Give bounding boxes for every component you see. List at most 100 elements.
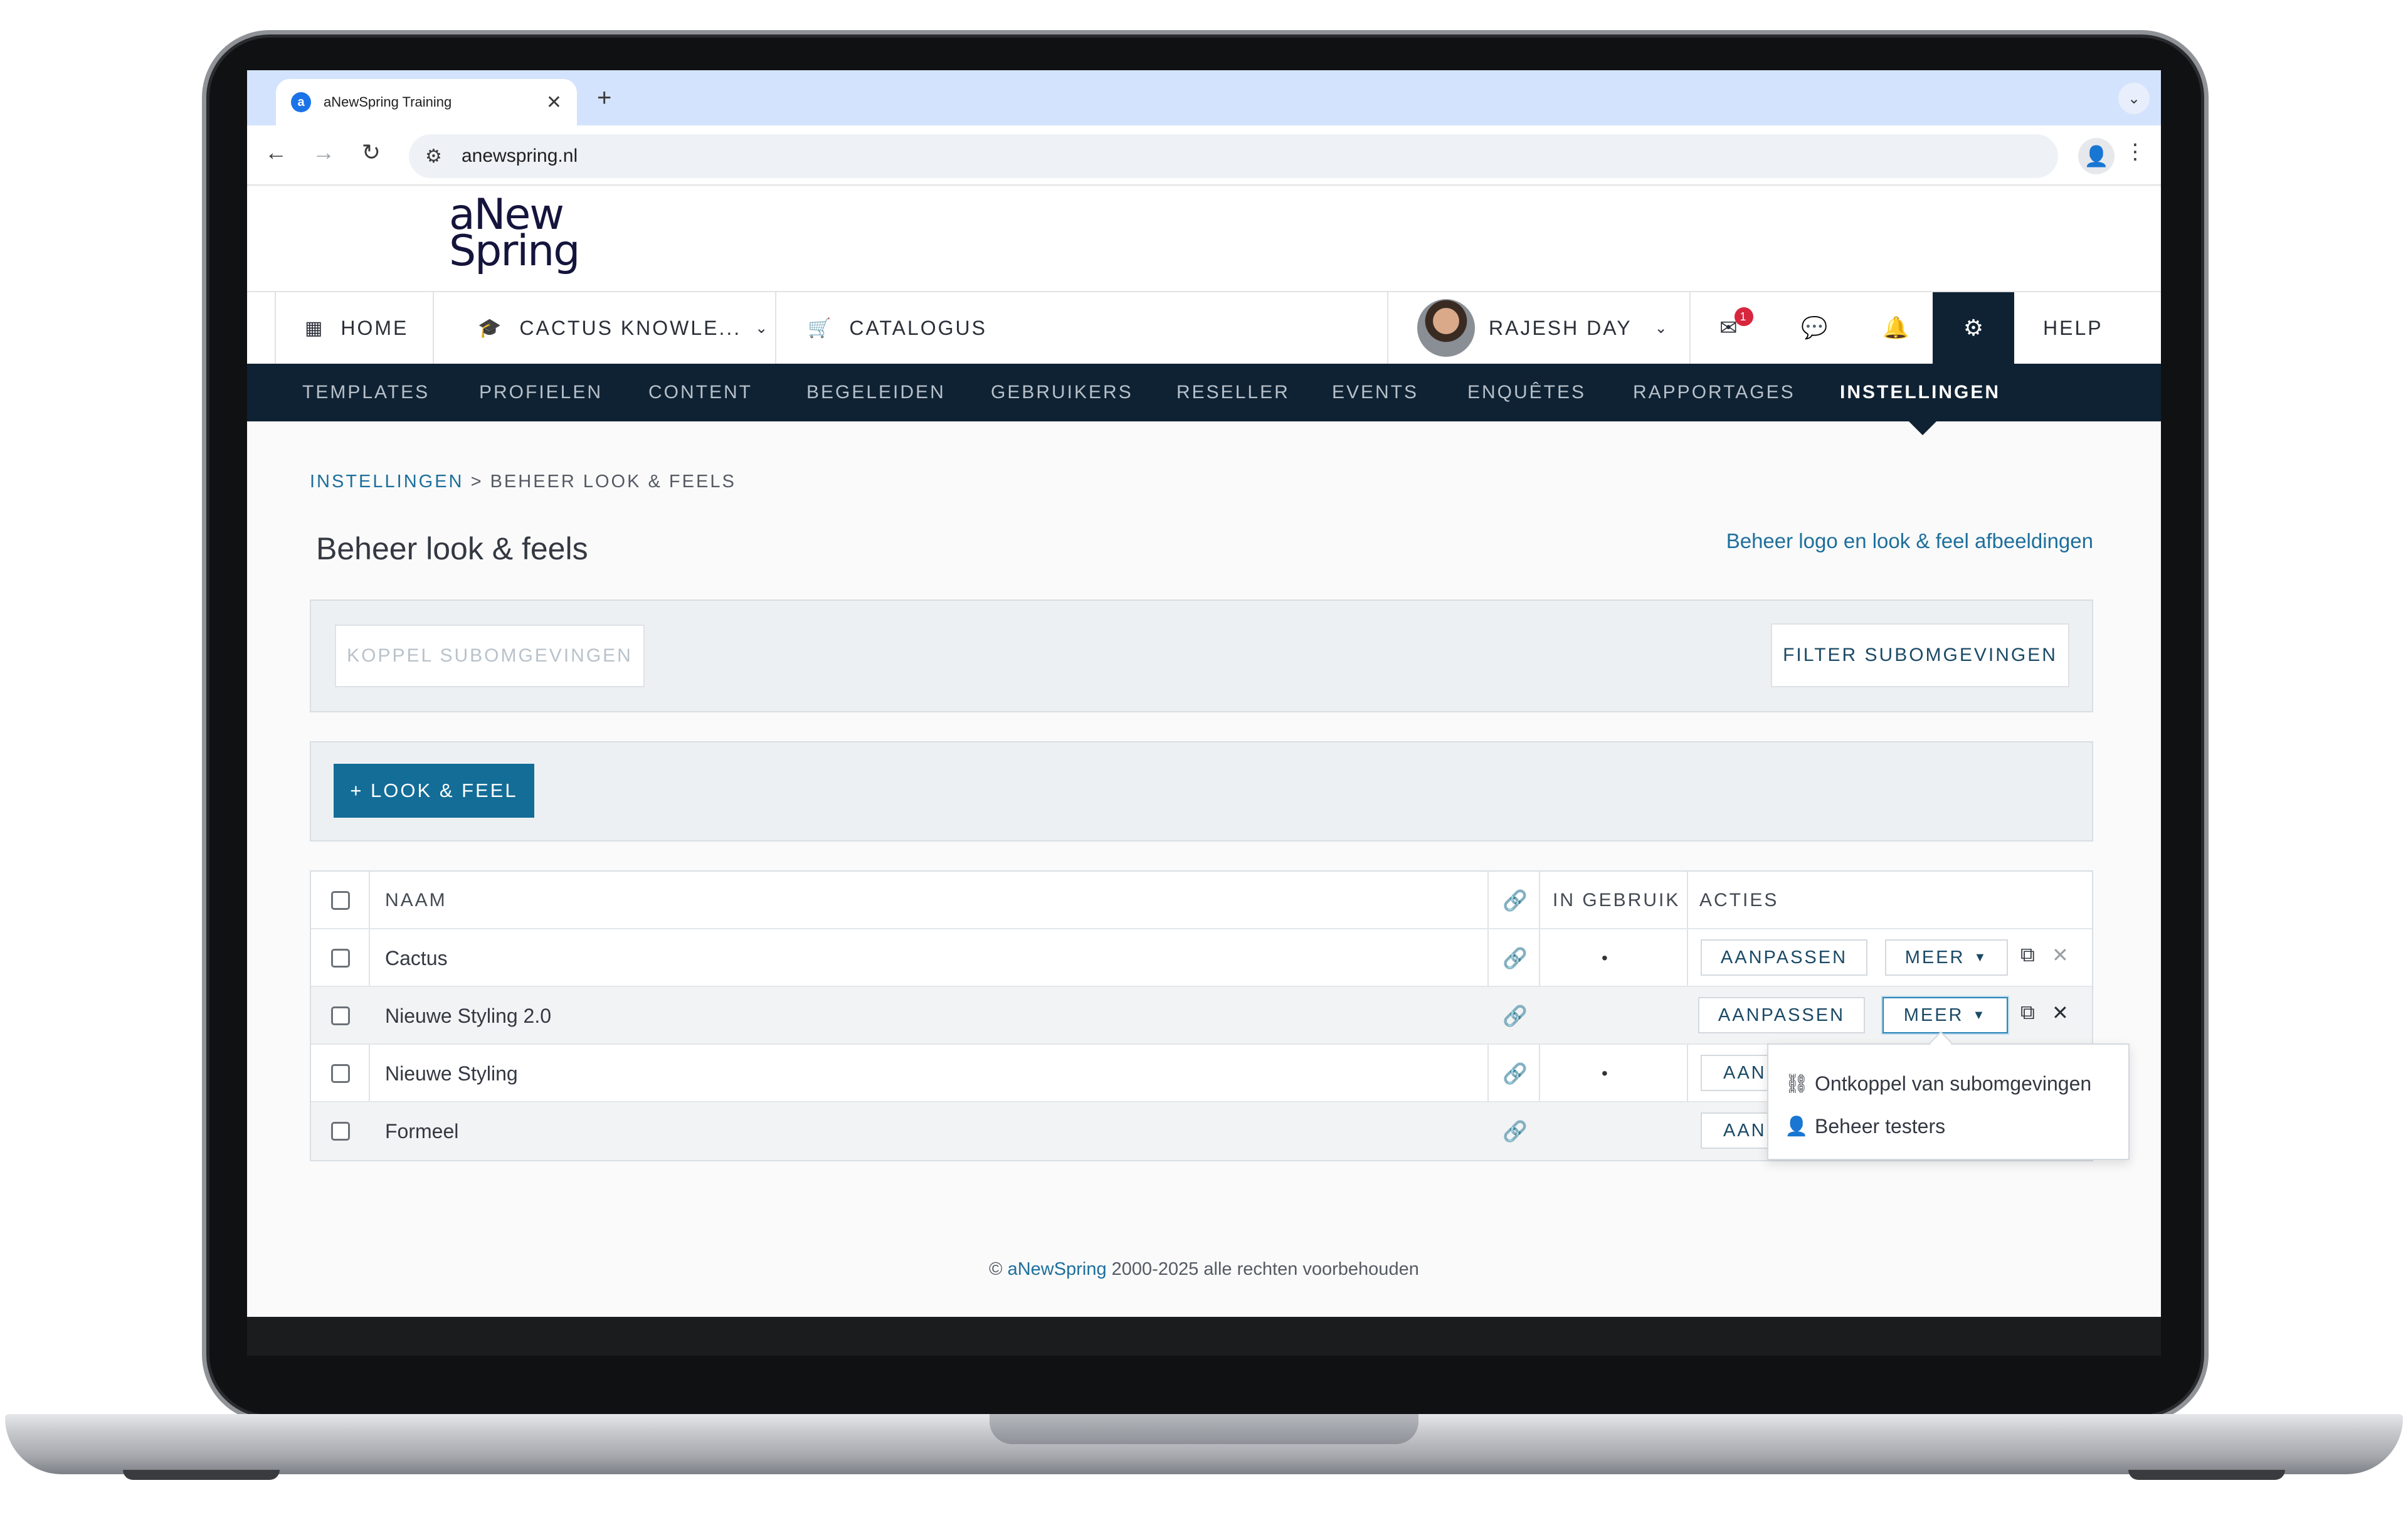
logo-line-2: Spring (449, 226, 580, 276)
bell-icon[interactable]: 🔔 (1883, 315, 1911, 340)
manage-images-link[interactable]: Beheer logo en look & feel afbeeldingen (1726, 529, 2093, 553)
breadcrumb-parent[interactable]: INSTELLINGEN (310, 472, 464, 492)
menu-item-beheer-testers[interactable]: 👤 Beheer testers (1785, 1107, 1945, 1145)
row-checkbox[interactable] (331, 1045, 350, 1102)
subnav-gebruikers[interactable]: GEBRUIKERS (991, 364, 1133, 421)
link-icon: 🔗 (1502, 889, 1528, 912)
user-icon: 👤 (1785, 1116, 1809, 1137)
breadcrumb-current: BEHEER LOOK & FEELS (490, 472, 736, 492)
more-button-open[interactable]: MEER ▼ (1883, 997, 2008, 1033)
subnav-instellingen[interactable]: INSTELLINGEN (1840, 364, 2000, 421)
menu-kebab-icon[interactable]: ⋮ (2125, 139, 2146, 164)
add-look-feel-button[interactable]: + LOOK & FEEL (334, 764, 534, 818)
nav-environment[interactable]: 🎓 CACTUS KNOWLE... ⌄ (434, 292, 776, 364)
tab-search-icon[interactable]: ⌄ (2118, 83, 2150, 114)
new-tab-icon[interactable]: + (597, 84, 611, 112)
gear-icon: ⚙ (1963, 315, 1984, 340)
nav-icons: ✉ 1 💬 🔔 (1691, 292, 1933, 364)
table-header: NAAM 🔗 IN GEBRUIK ACTIES (311, 872, 2092, 929)
row-name: Nieuwe Styling (385, 1062, 518, 1085)
breadcrumb: INSTELLINGEN > BEHEER LOOK & FEELS (310, 472, 736, 492)
reload-icon[interactable]: ↻ (355, 139, 388, 166)
subnav-enquetes[interactable]: ENQUÊTES (1467, 364, 1586, 421)
screen: a aNewSpring Training ✕ + ⌄ ← → ↻ ⚙ anew… (247, 70, 2161, 1317)
close-icon[interactable]: ✕ (546, 92, 562, 113)
active-indicator (1909, 421, 1936, 435)
menu-item-ontkoppel-label: Ontkoppel van subomgevingen (1815, 1072, 2092, 1095)
link-icon-disabled: 🔗 (1502, 1120, 1528, 1143)
nav-home[interactable]: ▦ HOME (275, 292, 434, 364)
table-row: Nieuwe Styling 2.0 🔗 AANPASSEN MEER ▼ ⧉ … (311, 987, 2092, 1045)
site-info-icon[interactable]: ⚙ (425, 145, 450, 167)
header-in-use[interactable]: IN GEBRUIK (1553, 872, 1680, 929)
browser-toolbar: ← → ↻ ⚙ anewspring.nl 👤 ⋮ (247, 125, 2161, 186)
edit-button[interactable]: AANPASSEN (1701, 939, 1867, 976)
delete-icon[interactable]: ✕ (2052, 1001, 2069, 1025)
row-name: Cactus (385, 946, 448, 969)
copy-icon[interactable]: ⧉ (2020, 1001, 2035, 1025)
in-use-indicator: • (1602, 948, 1608, 968)
row-name: Formeel (385, 1119, 459, 1143)
header-name[interactable]: NAAM (385, 872, 447, 929)
nav-help-label: HELP (2043, 316, 2103, 339)
forward-icon[interactable]: → (307, 139, 340, 166)
subnav-begeleiden[interactable]: BEGELEIDEN (806, 364, 946, 421)
more-label: MEER (1904, 947, 1965, 968)
menu-item-ontkoppel[interactable]: ⛓ Ontkoppel van subomgevingen (1785, 1065, 2091, 1102)
site-logo[interactable]: aNew Spring (449, 194, 580, 276)
unlink-icon: ⛓ (1785, 1073, 1809, 1094)
subnav-profielen[interactable]: PROFIELEN (479, 364, 603, 421)
nav-help[interactable]: HELP (2014, 292, 2161, 364)
row-checkbox[interactable] (331, 987, 350, 1045)
nav-catalogue[interactable]: 🛒 CATALOGUS (776, 292, 990, 364)
filter-subomgevingen-button[interactable]: FILTER SUBOMGEVINGEN (1771, 623, 2069, 687)
graduation-cap-icon: 🎓 (478, 317, 504, 339)
caret-down-icon: ▼ (1973, 950, 1988, 964)
row-checkbox[interactable] (331, 1102, 350, 1160)
filter-panel: KOPPEL SUBOMGEVINGEN FILTER SUBOMGEVINGE… (310, 599, 2093, 712)
delete-icon[interactable]: ✕ (2052, 943, 2069, 967)
koppel-subomgevingen-button[interactable]: KOPPEL SUBOMGEVINGEN (335, 625, 645, 687)
tab-title: aNewSpring Training (324, 94, 452, 110)
chat-icon[interactable]: 💬 (1801, 315, 1829, 340)
favicon-icon: a (291, 92, 311, 112)
messages-badge: 1 (1735, 307, 1753, 326)
back-icon[interactable]: ← (260, 139, 292, 166)
browser-tab[interactable]: a aNewSpring Training ✕ (276, 79, 577, 125)
subnav-rapportages[interactable]: RAPPORTAGES (1633, 364, 1795, 421)
footer-brand-link[interactable]: aNewSpring (1008, 1259, 1107, 1279)
more-button[interactable]: MEER ▼ (1885, 939, 2008, 976)
more-dropdown-menu: ⛓ Ontkoppel van subomgevingen 👤 Beheer t… (1767, 1031, 2130, 1160)
settings-gear-button[interactable]: ⚙ (1933, 292, 2014, 364)
link-icon[interactable]: 🔗 (1502, 929, 1528, 987)
add-panel: + LOOK & FEEL (310, 741, 2093, 842)
in-use-indicator: • (1602, 1064, 1608, 1083)
edit-button[interactable]: AANPASSEN (1698, 997, 1865, 1033)
profile-icon[interactable]: 👤 (2078, 138, 2115, 174)
breadcrumb-separator: > (470, 472, 483, 492)
header-actions: ACTIES (1699, 890, 1779, 911)
laptop-notch (990, 1414, 1418, 1444)
subnav-reseller[interactable]: RESELLER (1176, 364, 1290, 421)
row-checkbox[interactable] (331, 929, 350, 987)
nav-catalogue-label: CATALOGUS (849, 316, 987, 339)
link-icon[interactable]: 🔗 (1502, 987, 1528, 1045)
select-all-checkbox[interactable] (331, 872, 350, 929)
table-row: Cactus 🔗 • AANPASSEN MEER ▼ ⧉ ✕ (311, 929, 2092, 987)
link-icon[interactable]: 🔗 (1502, 1045, 1528, 1102)
caret-down-icon: ▼ (1972, 1008, 1987, 1022)
subnav-templates[interactable]: TEMPLATES (302, 364, 430, 421)
address-bar[interactable]: ⚙ anewspring.nl (409, 134, 2058, 178)
footer-copyright: © (989, 1259, 1003, 1279)
subnav-content[interactable]: CONTENT (648, 364, 752, 421)
nav-user[interactable]: RAJESH DAY ⌄ (1387, 292, 1691, 364)
nav-user-label: RAJESH DAY (1489, 316, 1632, 339)
browser-tabbar: a aNewSpring Training ✕ + ⌄ (247, 70, 2161, 125)
subnav-events[interactable]: EVENTS (1332, 364, 1418, 421)
copy-icon[interactable]: ⧉ (2020, 943, 2035, 967)
url-text: anewspring.nl (462, 145, 578, 166)
more-label: MEER (1903, 1005, 1964, 1025)
main-nav: ▦ HOME 🎓 CACTUS KNOWLE... ⌄ 🛒 CATALOGUS … (247, 291, 2161, 364)
sub-nav: TEMPLATES PROFIELEN CONTENT BEGELEIDEN G… (247, 364, 2161, 421)
chevron-down-icon: ⌄ (755, 319, 770, 337)
